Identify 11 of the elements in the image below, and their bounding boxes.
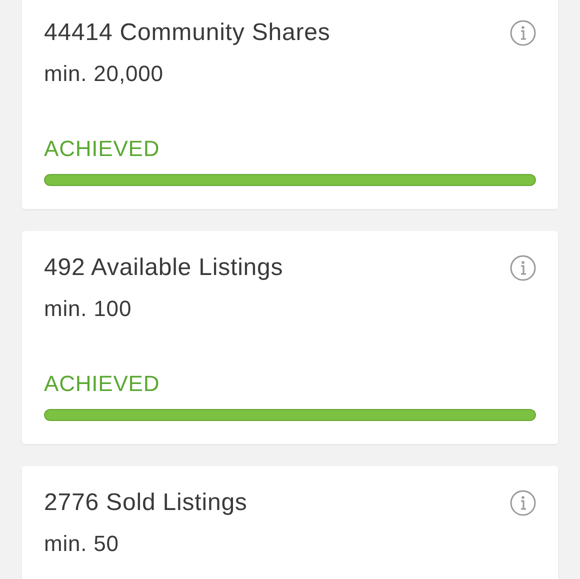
info-icon[interactable] [510, 490, 536, 516]
info-icon[interactable] [510, 255, 536, 281]
goal-title: 2776 Sold Listings [44, 488, 248, 518]
goal-title: 492 Available Listings [44, 253, 284, 283]
goal-minimum: min. 100 [44, 295, 133, 323]
info-icon[interactable] [510, 20, 536, 46]
goal-status: ACHIEVED [44, 135, 161, 163]
goal-minimum: min. 50 [44, 530, 120, 558]
goal-minimum: min. 20,000 [44, 60, 164, 88]
goal-title: 44414 Community Shares [44, 18, 330, 48]
goal-status: ACHIEVED [44, 370, 161, 398]
